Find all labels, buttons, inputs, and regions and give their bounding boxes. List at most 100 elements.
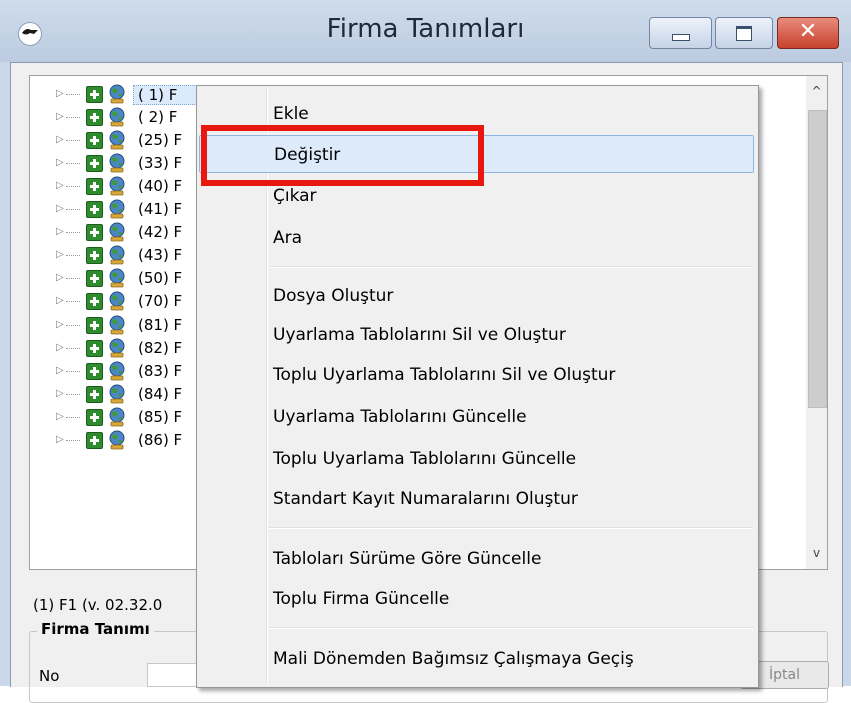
menu-item-label: Çıkar (273, 186, 317, 206)
globe-icon (109, 222, 125, 242)
menu-item[interactable]: Uyarlama Tablolarını Güncelle (199, 398, 754, 436)
tree-row-label: (70) F (138, 292, 183, 311)
expander-icon[interactable]: ▷ (56, 411, 64, 422)
vertical-scrollbar[interactable]: ^ v (806, 76, 827, 569)
expander-icon[interactable]: ▷ (56, 295, 64, 306)
menu-item-label: Tabloları Sürüme Göre Güncelle (273, 549, 542, 569)
maximize-icon (736, 26, 752, 41)
tree-row-label: (43) F (138, 246, 183, 265)
expander-icon[interactable]: ▷ (56, 180, 64, 191)
globe-icon (109, 107, 125, 127)
tree-connector (66, 278, 80, 280)
tree-connector (66, 301, 80, 303)
menu-separator (269, 527, 753, 529)
expander-icon[interactable]: ▷ (56, 88, 64, 99)
add-plus-icon (86, 431, 103, 449)
close-icon: ✕ (798, 19, 818, 44)
menu-item[interactable]: Uyarlama Tablolarını Sil ve Oluştur (199, 316, 754, 354)
title-bar[interactable]: Firma Tanımları ✕ (0, 0, 851, 62)
menu-item-label: Standart Kayıt Numaralarını Oluştur (273, 489, 578, 509)
tree-row-label: ( 2) F (138, 108, 178, 127)
globe-icon (109, 245, 125, 265)
menu-item-label: Uyarlama Tablolarını Sil ve Oluştur (273, 325, 566, 345)
expander-icon[interactable]: ▷ (56, 134, 64, 145)
menu-item-label: Ekle (273, 104, 309, 124)
menu-item-label: Toplu Uyarlama Tablolarını Güncelle (273, 449, 577, 469)
add-plus-icon (86, 86, 103, 103)
tree-row-label: (82) F (138, 338, 183, 357)
add-plus-icon (86, 178, 103, 196)
globe-icon (109, 407, 125, 427)
add-plus-icon (86, 155, 103, 173)
close-button[interactable]: ✕ (777, 17, 839, 49)
menu-item[interactable]: Ara (199, 219, 754, 257)
menu-item-label: Dosya Oluştur (273, 286, 394, 306)
add-plus-icon (86, 270, 103, 288)
expander-icon[interactable]: ▷ (56, 272, 64, 283)
menu-item[interactable]: Tabloları Sürüme Göre Güncelle (199, 540, 754, 578)
tree-connector (66, 324, 80, 326)
minimize-icon (672, 34, 690, 41)
expander-icon[interactable]: ▷ (56, 111, 64, 122)
group-title: Firma Tanımı (37, 620, 154, 638)
expander-icon[interactable]: ▷ (56, 388, 64, 399)
tree-row-label: (41) F (138, 200, 183, 219)
menu-item[interactable]: Standart Kayıt Numaralarını Oluştur (199, 480, 754, 518)
tree-row-label: (50) F (138, 269, 183, 288)
globe-icon (109, 199, 125, 219)
scroll-thumb[interactable] (808, 110, 827, 408)
no-label: No (39, 667, 60, 685)
tree-connector (66, 439, 80, 441)
scroll-down-icon[interactable]: v (806, 542, 827, 564)
menu-item-label: Toplu Uyarlama Tablolarını Sil ve Oluştu… (273, 365, 616, 385)
menu-item[interactable]: Toplu Firma Güncelle (199, 580, 754, 618)
menu-item[interactable]: Toplu Uyarlama Tablolarını Sil ve Oluştu… (199, 356, 754, 394)
expander-icon[interactable]: ▷ (56, 319, 64, 330)
expander-icon[interactable]: ▷ (56, 203, 64, 214)
minimize-button[interactable] (649, 17, 712, 49)
tree-connector (66, 347, 80, 349)
add-plus-icon (86, 201, 103, 219)
expander-icon[interactable]: ▷ (56, 226, 64, 237)
status-text: (1) F1 (v. 02.32.0 (33, 596, 163, 614)
globe-icon (109, 384, 125, 404)
globe-icon (109, 338, 125, 357)
menu-item-label: Uyarlama Tablolarını Güncelle (273, 407, 527, 427)
globe-icon (109, 176, 125, 196)
tree-row-label: (42) F (138, 223, 183, 242)
globe-icon (109, 291, 125, 311)
globe-icon (109, 430, 125, 450)
menu-item-label: Toplu Firma Güncelle (273, 589, 450, 609)
globe-icon (109, 268, 125, 288)
menu-item-label: Ara (273, 228, 303, 248)
menu-item[interactable]: Dosya Oluştur (199, 277, 754, 315)
expander-icon[interactable]: ▷ (56, 342, 64, 353)
tree-connector (66, 163, 80, 165)
tree-connector (66, 255, 80, 257)
add-plus-icon (86, 339, 103, 357)
expander-icon[interactable]: ▷ (56, 157, 64, 168)
menu-item[interactable]: Toplu Uyarlama Tablolarını Güncelle (199, 440, 754, 478)
menu-item[interactable]: Mali Dönemden Bağımsız Çalışmaya Geçiş (199, 640, 754, 678)
add-plus-icon (86, 224, 103, 242)
add-plus-icon (86, 316, 103, 334)
add-plus-icon (86, 247, 103, 265)
menu-separator (269, 266, 753, 268)
tree-connector (66, 186, 80, 188)
expander-icon[interactable]: ▷ (56, 249, 64, 260)
add-plus-icon (86, 132, 103, 150)
tree-connector (66, 416, 80, 418)
expander-icon[interactable]: ▷ (56, 434, 64, 445)
menu-item-label: Mali Dönemden Bağımsız Çalışmaya Geçiş (273, 649, 634, 669)
tree-row-label: (86) F (138, 430, 183, 449)
add-plus-icon (86, 293, 103, 311)
expander-icon[interactable]: ▷ (56, 365, 64, 376)
tree-connector (66, 370, 80, 372)
menu-separator (269, 627, 753, 629)
maximize-button[interactable] (715, 17, 773, 49)
tree-row-label: (84) F (138, 384, 183, 403)
add-plus-icon (86, 109, 103, 127)
scroll-up-icon[interactable]: ^ (806, 80, 827, 102)
tree-connector (66, 94, 80, 95)
tree-row-label: (83) F (138, 361, 183, 380)
